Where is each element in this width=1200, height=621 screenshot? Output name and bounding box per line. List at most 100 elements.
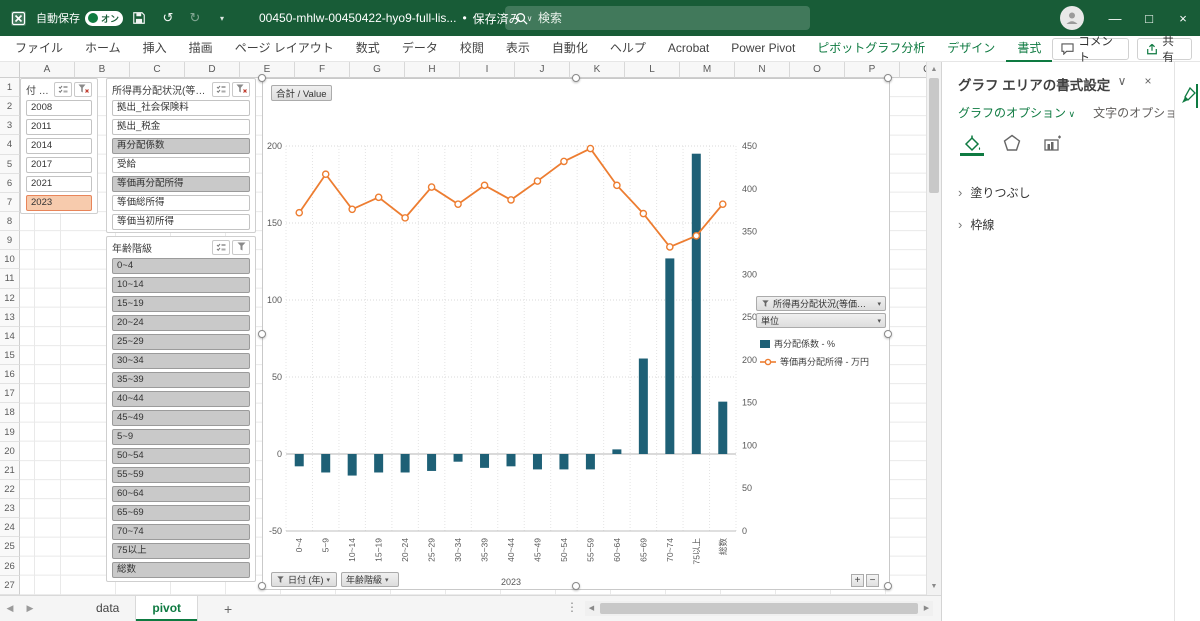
row-header[interactable]: 18: [0, 403, 20, 422]
save-icon[interactable]: [132, 11, 150, 25]
column-header[interactable]: F: [295, 62, 350, 78]
column-header[interactable]: O: [790, 62, 845, 78]
slicer-item[interactable]: 0~4: [112, 258, 250, 274]
row-header[interactable]: 15: [0, 346, 20, 365]
slicer-item[interactable]: 受給: [112, 157, 250, 173]
chart-selection-handle[interactable]: [258, 582, 266, 590]
chart-selection-handle[interactable]: [572, 582, 580, 590]
row-header[interactable]: 8: [0, 212, 20, 231]
row-header[interactable]: 10: [0, 250, 20, 269]
pane-collapse-icon[interactable]: ∨: [1114, 74, 1130, 88]
column-header[interactable]: E: [240, 62, 295, 78]
slicer-item[interactable]: 75以上: [112, 543, 250, 559]
age-axis-field-button[interactable]: 年齢階級 ▾: [341, 572, 399, 587]
row-header[interactable]: 5: [0, 155, 20, 174]
multiselect-icon[interactable]: [54, 82, 72, 97]
horizontal-scrollbar[interactable]: ◀ ▶: [585, 601, 933, 616]
ribbon-tab[interactable]: Power Pivot: [720, 36, 806, 62]
slicer-item[interactable]: 45~49: [112, 410, 250, 426]
comments-button[interactable]: コメント: [1052, 38, 1129, 60]
clear-filter-icon[interactable]: [232, 82, 250, 97]
ribbon-tab[interactable]: データ: [391, 36, 449, 62]
sheet-tab[interactable]: pivot: [135, 596, 198, 621]
row-header[interactable]: 27: [0, 576, 20, 595]
slicer-item[interactable]: 2011: [26, 119, 92, 135]
maximize-button[interactable]: □: [1132, 0, 1166, 36]
chart-selection-handle[interactable]: [258, 330, 266, 338]
ribbon-tab[interactable]: ヘルプ: [599, 36, 657, 62]
row-header[interactable]: 22: [0, 480, 20, 499]
multiselect-icon[interactable]: [212, 240, 230, 255]
border-section-header[interactable]: › 枠線: [958, 216, 994, 233]
sheet-nav-right-icon[interactable]: ▶: [20, 603, 40, 614]
account-avatar[interactable]: [1060, 6, 1084, 30]
row-header[interactable]: 19: [0, 423, 20, 442]
scroll-right-icon[interactable]: ▶: [920, 601, 933, 616]
close-button[interactable]: ×: [1166, 0, 1200, 36]
chart-selection-handle[interactable]: [884, 330, 892, 338]
slicer-item[interactable]: 2008: [26, 100, 92, 116]
clear-filter-icon[interactable]: [74, 82, 92, 97]
ribbon-tab[interactable]: Acrobat: [657, 36, 720, 62]
row-header[interactable]: 14: [0, 327, 20, 346]
vertical-scrollbar[interactable]: ▲ ▼: [926, 62, 941, 595]
slicer-item[interactable]: 2017: [26, 157, 92, 173]
multiselect-icon[interactable]: [212, 82, 230, 97]
slicer-item[interactable]: 拠出_税金: [112, 119, 250, 135]
slicer-item[interactable]: 拠出_社会保険料: [112, 100, 250, 116]
slicer-age[interactable]: 年齢階級 0~410~1415~1920~2425~2930~3435~3940…: [106, 236, 256, 582]
fill-bucket-icon[interactable]: [960, 130, 984, 156]
slicer-item[interactable]: 20~24: [112, 315, 250, 331]
ribbon-tab[interactable]: 表示: [495, 36, 541, 62]
column-header[interactable]: C: [130, 62, 185, 78]
column-header[interactable]: A: [20, 62, 75, 78]
values-field-button[interactable]: 合計 / Value: [271, 85, 332, 101]
row-header[interactable]: 9: [0, 231, 20, 250]
column-header[interactable]: H: [405, 62, 460, 78]
redo-icon[interactable]: ↻: [186, 10, 204, 26]
minimize-button[interactable]: —: [1098, 0, 1132, 36]
ribbon-tab[interactable]: 自動化: [541, 36, 599, 62]
ribbon-tab[interactable]: 数式: [345, 36, 391, 62]
share-button[interactable]: 共有: [1137, 38, 1192, 60]
filter-icon[interactable]: [232, 240, 250, 255]
slicer-item[interactable]: 50~54: [112, 448, 250, 464]
slicer-item[interactable]: 2021: [26, 176, 92, 192]
slicer-item[interactable]: 30~34: [112, 353, 250, 369]
chart-selection-handle[interactable]: [258, 74, 266, 82]
ribbon-tab[interactable]: デザイン: [936, 36, 1006, 62]
ribbon-tab[interactable]: ページ レイアウト: [224, 36, 345, 62]
ribbon-tab[interactable]: 書式: [1006, 36, 1052, 62]
fill-section-header[interactable]: › 塗りつぶし: [958, 184, 1030, 201]
sheet-tab[interactable]: data: [80, 596, 135, 621]
search-input[interactable]: [536, 10, 760, 26]
column-header[interactable]: Q: [900, 62, 926, 78]
slicer-item[interactable]: 15~19: [112, 296, 250, 312]
expand-field-button[interactable]: +: [851, 574, 864, 587]
document-title-group[interactable]: 00450-mhlw-00450422-hyo9-full-lis... • 保…: [259, 10, 533, 27]
slicer-item[interactable]: 40~44: [112, 391, 250, 407]
slicer-item[interactable]: 35~39: [112, 372, 250, 388]
column-header[interactable]: J: [515, 62, 570, 78]
row-header[interactable]: 12: [0, 289, 20, 308]
slicer-item[interactable]: 総数: [112, 562, 250, 578]
vertical-scrollbar-thumb[interactable]: [929, 78, 939, 193]
ribbon-tab[interactable]: 校閲: [449, 36, 495, 62]
column-header[interactable]: M: [680, 62, 735, 78]
slicer-item[interactable]: 2014: [26, 138, 92, 154]
slicer-date[interactable]: 付 (年) 200820112014201720212023: [20, 78, 98, 214]
splitter-handle-icon[interactable]: ⋮: [566, 600, 578, 614]
ribbon-tab[interactable]: 挿入: [132, 36, 178, 62]
slicer-item[interactable]: 再分配係数: [112, 138, 250, 154]
slicer-item[interactable]: 60~64: [112, 486, 250, 502]
slicer-item[interactable]: 5~9: [112, 429, 250, 445]
row-header[interactable]: 2: [0, 97, 20, 116]
slicer-item[interactable]: 等価再分配所得: [112, 176, 250, 192]
row-header[interactable]: 26: [0, 557, 20, 576]
row-header[interactable]: 13: [0, 308, 20, 327]
search-box[interactable]: [505, 6, 810, 30]
pivot-chart[interactable]: -500501001502000501001502002503003504004…: [262, 78, 890, 590]
row-header[interactable]: 3: [0, 116, 20, 135]
scroll-down-icon[interactable]: ▼: [927, 580, 941, 594]
excel-app-icon[interactable]: [10, 10, 27, 27]
